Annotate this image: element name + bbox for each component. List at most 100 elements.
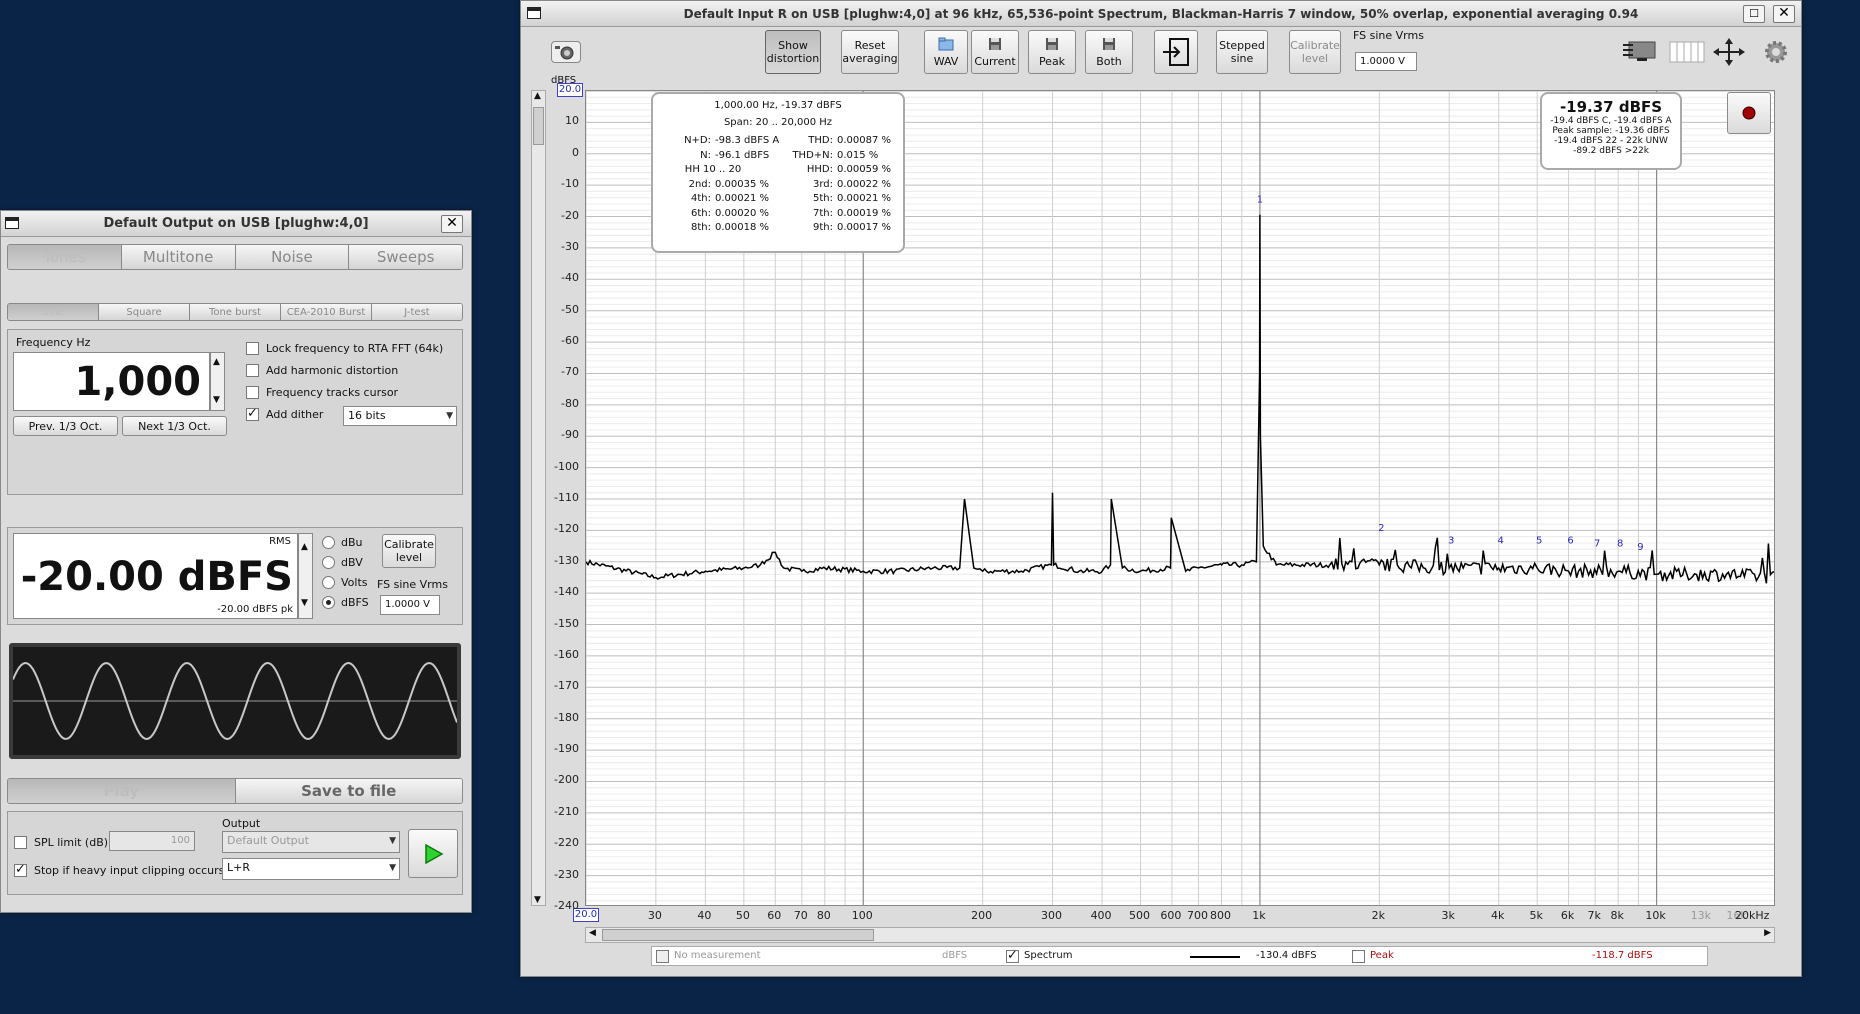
close-button[interactable]: ✕ (1773, 5, 1795, 23)
scroll-right-icon[interactable]: ▶ (1764, 928, 1771, 938)
frequency-spinner[interactable]: ▲ ▼ (210, 352, 225, 411)
tab-sweeps[interactable]: Sweeps (349, 245, 462, 269)
no-measurement-checkbox[interactable] (656, 950, 669, 963)
spl-limit-checkbox[interactable] (14, 836, 27, 849)
spl-limit-field[interactable]: 100 (109, 831, 195, 851)
rta-titlebar[interactable]: Default Input R on USB [plughw:4,0] at 9… (521, 1, 1801, 27)
spin-down-icon[interactable]: ▼ (301, 598, 308, 608)
y-tick-label: -190 (554, 742, 579, 756)
tab-tones[interactable]: Tones (8, 245, 122, 269)
fs-sine-label: FS sine Vrms (377, 578, 448, 591)
spin-up-icon[interactable]: ▲ (213, 357, 220, 367)
play-tab[interactable]: Play (8, 779, 236, 803)
output-label: Output (222, 817, 261, 830)
show-distortion-button[interactable]: Show distortion (765, 30, 821, 74)
calibrate-level-button[interactable]: Calibrate level (1289, 30, 1341, 74)
unit-dbv-radio[interactable] (322, 556, 335, 569)
y-scrollbar[interactable]: ▲ ▼ (531, 90, 546, 906)
spin-up-icon[interactable]: ▲ (301, 542, 308, 552)
reset-averaging-button[interactable]: Reset averaging (841, 30, 899, 74)
y-top-box[interactable]: 20.0 (557, 83, 583, 97)
y-scroll-thumb[interactable] (533, 107, 544, 145)
distortion-cell: -98.3 dBFS A (715, 135, 780, 146)
level-value: -20.00 dBFS (20, 554, 293, 600)
output-device-select[interactable]: Default Output (222, 831, 400, 853)
generator-titlebar[interactable]: Default Output on USB [plughw:4,0] ✕ (1, 211, 471, 237)
scroll-up-icon[interactable]: ▲ (534, 91, 541, 101)
lock-frequency-checkbox[interactable] (246, 342, 259, 355)
layout-icon[interactable] (1621, 38, 1659, 64)
fundamental-readout: 1,000.00 Hz, -19.37 dBFS (714, 100, 842, 111)
tab-square[interactable]: Square (99, 304, 190, 320)
wav-button[interactable]: WAV (924, 30, 968, 74)
spin-down-icon[interactable]: ▼ (213, 395, 220, 405)
scroll-left-icon[interactable]: ◀ (589, 928, 596, 938)
calibrate-level-button[interactable]: Calibrate level (382, 534, 436, 568)
distortion-cell: 4th: (691, 193, 711, 204)
x-tick-label: 60 (767, 909, 782, 922)
level-readout-panel: -19.37 dBFS -19.4 dBFS C, -19.4 dBFS A P… (1540, 92, 1682, 170)
close-button[interactable]: ✕ (441, 215, 463, 233)
stop-clipping-checkbox[interactable] (14, 862, 27, 877)
distortion-cell: 0.015 % (837, 149, 879, 161)
x-tick-label: 400 (1090, 909, 1112, 922)
record-button[interactable] (1727, 92, 1771, 134)
frequency-field[interactable]: 1,000 (13, 352, 210, 411)
unit-dbu-radio[interactable] (322, 536, 335, 549)
level-spinner[interactable]: ▲ ▼ (298, 533, 313, 619)
tab-j-test[interactable]: J-test (372, 304, 462, 320)
save-both-button[interactable]: Both (1085, 30, 1133, 74)
y-tick-label: -60 (561, 334, 579, 348)
x-scroll-thumb[interactable] (602, 929, 874, 941)
harmonic-label: 9 (1637, 542, 1643, 553)
fs-sine-field[interactable]: 1.0000 V (380, 595, 440, 615)
frequency-tracks-cursor-checkbox[interactable] (246, 386, 259, 399)
spectrum-checkbox[interactable] (1006, 948, 1019, 963)
level-field[interactable]: RMS -20.00 dBFS -20.00 dBFS pk (13, 533, 298, 619)
harmonic-label: 6 (1567, 535, 1573, 546)
import-button[interactable] (1154, 30, 1198, 74)
maximize-button[interactable]: ☐ (1743, 5, 1765, 23)
frequency-value: 1,000 (74, 359, 201, 405)
tab-tone-burst[interactable]: Tone burst (190, 304, 281, 320)
add-dither-checkbox[interactable] (246, 406, 259, 421)
level-line-4: -89.2 dBFS >22k (1573, 146, 1649, 156)
tab-noise[interactable]: Noise (235, 245, 350, 269)
window-menu-icon[interactable] (527, 7, 541, 19)
play-button[interactable] (408, 829, 458, 878)
unit-dbfs-radio[interactable] (322, 596, 335, 609)
x-tick-label: 30 (647, 909, 662, 922)
tab-cea-burst[interactable]: CEA-2010 Burst (281, 304, 372, 320)
peak-checkbox[interactable] (1352, 950, 1365, 963)
stepped-sine-button[interactable]: Stepped sine (1216, 30, 1268, 74)
scroll-down-icon[interactable]: ▼ (534, 895, 541, 905)
save-peak-button[interactable]: Peak (1028, 30, 1076, 74)
save-to-file-tab[interactable]: Save to file (235, 779, 462, 803)
fs-sine-field[interactable]: 1.0000 V (1355, 52, 1417, 71)
y-tick-label: -220 (554, 836, 579, 850)
camera-icon[interactable] (551, 41, 581, 63)
output-channel-select[interactable]: L+R (222, 858, 400, 880)
expand-arrows-icon[interactable] (1713, 38, 1745, 66)
x-scrollbar[interactable]: ◀ ▶ (585, 927, 1775, 943)
grid-columns-icon[interactable] (1669, 41, 1705, 63)
x-tick-label: 200 (971, 909, 993, 922)
window-menu-icon[interactable] (5, 217, 19, 229)
harmonic-distortion-checkbox[interactable] (246, 364, 259, 377)
distortion-cell: 0.00017 % (837, 222, 892, 233)
dither-select[interactable]: 16 bits (343, 406, 457, 426)
settings-gear-icon[interactable] (1763, 39, 1789, 65)
spl-limit-label: SPL limit (dB): (34, 836, 112, 849)
prev-third-octave-button[interactable]: Prev. 1/3 Oct. (13, 416, 118, 436)
next-third-octave-button[interactable]: Next 1/3 Oct. (122, 416, 227, 436)
x-tick-label: 2k (1371, 909, 1386, 922)
x-tick-label: 80 (816, 909, 831, 922)
legend-unit: dBFS (942, 950, 968, 961)
save-current-button[interactable]: Current (971, 30, 1019, 74)
x-tick-label: 300 (1041, 909, 1063, 922)
unit-volts-radio[interactable] (322, 576, 335, 589)
x-tick-label: 70 (793, 909, 808, 922)
tab-sine[interactable]: Sine (8, 304, 99, 320)
x-tick-label: 7k (1587, 909, 1601, 922)
tab-multitone[interactable]: Multitone (121, 245, 236, 269)
